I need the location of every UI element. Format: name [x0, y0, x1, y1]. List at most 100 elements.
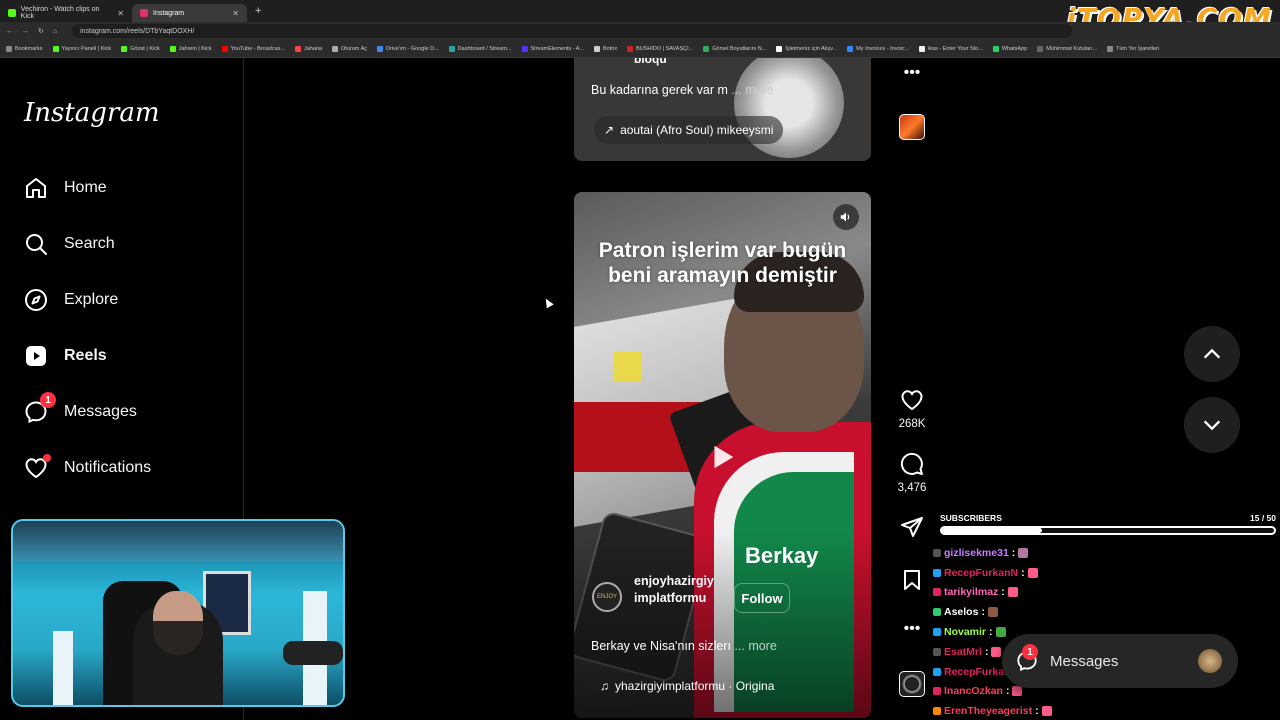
bookmark-item[interactable]: Drive'ım - Google D...: [377, 45, 439, 52]
comment-button[interactable]: 3,476: [897, 452, 927, 494]
bookmarks-bar: Bookmarks Yayıncı Paneli | Kick Gözat | Ki…: [0, 40, 1280, 58]
chat-username: Aselos: [944, 606, 979, 619]
bookmark-item[interactable]: Mühimmat Kutuları...: [1037, 45, 1097, 52]
play-button[interactable]: [702, 437, 742, 477]
bookmark-label: BUSHIDO | SAVAŞÇI...: [636, 45, 694, 52]
bookmark-label: Mühimmat Kutuları...: [1046, 45, 1097, 52]
subscriber-progress-bar: [940, 526, 1276, 535]
chat-separator: :: [1021, 566, 1025, 579]
bookmark-label: Oturum Aç: [341, 45, 367, 52]
reload-icon[interactable]: ↻: [38, 27, 44, 35]
chat-emote-icon: [1041, 706, 1052, 717]
bookmark-item[interactable]: Botrix: [594, 45, 618, 52]
bookmark-item[interactable]: ikas - Enter Your Sto...: [919, 45, 983, 52]
bookmark-item[interactable]: Oturum Aç: [332, 45, 367, 52]
bookmark-item[interactable]: İşletmeniz için Alışv...: [776, 45, 837, 52]
more-options-button[interactable]: •••: [897, 620, 927, 638]
bookmark-item[interactable]: Görsel Boyutlarını N...: [703, 45, 766, 52]
tab-vechiron[interactable]: Vechiron - Watch clips on Kick ✕: [0, 4, 132, 22]
bookmark-item[interactable]: StreamElements - A...: [521, 45, 584, 52]
audio-thumbnail[interactable]: [899, 671, 925, 697]
close-tab-icon[interactable]: ✕: [232, 9, 239, 18]
chat-separator: :: [1035, 705, 1039, 718]
home-button-icon[interactable]: ⌂: [53, 28, 57, 35]
sidebar-item-notifications[interactable]: Notifications: [24, 454, 151, 480]
previous-reel-button[interactable]: [1184, 326, 1240, 382]
bookmark-label: WhatsApp: [1001, 45, 1028, 52]
chat-username: Novamir: [944, 626, 987, 639]
save-button[interactable]: [897, 568, 927, 592]
bookmark-item[interactable]: Dashboard / Stream...: [448, 45, 512, 52]
creator-username[interactable]: enjoyhazirgiyimplatformu: [634, 573, 714, 607]
bookmark-item[interactable]: BUSHIDO | SAVAŞÇI...: [627, 45, 694, 52]
back-icon[interactable]: ←: [6, 28, 13, 35]
audio-chip-text: aoutai (Afro Soul) mikeeysmi: [620, 123, 774, 137]
bookmark-favicon-icon: [221, 45, 228, 52]
new-tab-button[interactable]: +: [255, 5, 261, 17]
notification-dot: [43, 454, 51, 462]
forward-icon[interactable]: →: [22, 28, 29, 35]
share-icon: [901, 517, 923, 537]
messages-popup-button[interactable]: 1 Messages: [1002, 634, 1238, 688]
bookmark-item[interactable]: Gözat | Kick: [121, 45, 160, 52]
reel-name-overlay: Berkay: [745, 543, 819, 568]
bookmark-favicon-icon: [1106, 45, 1113, 52]
instagram-favicon-icon: [140, 9, 148, 17]
previous-reel[interactable]: bioqu Bu kadarına gerek var m ... more ↗…: [574, 58, 871, 161]
audio-text: yhazirgiyimplatformu · Origina: [615, 679, 775, 693]
chat-separator: :: [1005, 685, 1010, 698]
current-reel[interactable]: Patron işlerim var bugün beni aramayın d…: [574, 192, 871, 718]
chat-username: InancOzkan: [944, 685, 1003, 698]
sidebar-item-messages[interactable]: 1 Messages: [24, 392, 137, 424]
bookmark-item[interactable]: Bookmarks: [6, 45, 43, 52]
share-button[interactable]: [897, 515, 927, 539]
bookmark-item[interactable]: Jaharia: [294, 45, 323, 52]
messages-icon: 1: [24, 392, 56, 424]
close-tab-icon[interactable]: ✕: [117, 9, 124, 18]
address-bar-row: ← → ↻ ⌂ instagram.com/reels/DTbYaqtDOXH/: [0, 22, 1280, 40]
next-reel-button[interactable]: [1184, 397, 1240, 453]
sidebar-item-reels[interactable]: Reels: [24, 344, 107, 368]
chat-message: Aselos :: [933, 602, 1133, 622]
mute-button[interactable]: [833, 204, 859, 230]
more-link[interactable]: ... more: [731, 83, 773, 97]
more-link[interactable]: ... more: [734, 639, 776, 653]
bookmark-label: Botrix: [603, 45, 618, 52]
more-dots-icon: •••: [903, 64, 921, 81]
audio-chip[interactable]: ↗ aoutai (Afro Soul) mikeeysmi: [594, 116, 784, 144]
bookmark-item[interactable]: Jahrein | Kick: [169, 45, 212, 52]
audio-link[interactable]: ♫ yhazirgiyimplatformu · Origina: [600, 679, 774, 693]
bookmark-item[interactable]: WhatsApp: [992, 45, 1028, 52]
reel-caption-text: Bu kadarına gerek var m: [591, 83, 728, 97]
url-field[interactable]: instagram.com/reels/DTbYaqtDOXH/: [72, 24, 1073, 38]
creator-avatar[interactable]: ENJOY: [592, 582, 622, 612]
url-text: instagram.com/reels/DTbYaqtDOXH/: [80, 27, 195, 35]
sidebar-item-label: Home: [64, 179, 107, 196]
reel-username[interactable]: bioqu: [634, 58, 667, 66]
follow-button[interactable]: Follow: [734, 583, 790, 613]
bookmark-label: Jaharia: [303, 45, 323, 52]
tab-instagram[interactable]: Instagram ✕: [132, 4, 247, 22]
audio-thumbnail[interactable]: [899, 114, 925, 140]
chat-emote-icon: [991, 646, 1002, 657]
sidebar-item-home[interactable]: Home: [24, 176, 107, 200]
bookmark-favicon-icon: [1037, 45, 1044, 52]
bookmark-item[interactable]: YouTube - Broadcas...: [221, 45, 285, 52]
reel-overlay-title: Patron işlerim var bugün beni aramayın d…: [574, 238, 871, 288]
bookmark-item[interactable]: Yayıncı Paneli | Kick: [52, 45, 111, 52]
sidebar-item-search[interactable]: Search: [24, 232, 115, 256]
chat-emote-icon: [1007, 587, 1018, 598]
bookmark-item[interactable]: My Invoices - Invoic...: [847, 45, 909, 52]
more-options-button[interactable]: •••: [897, 64, 927, 82]
chat-separator: :: [989, 626, 993, 639]
webcam-shelf: [13, 521, 343, 561]
instagram-logo[interactable]: Instagram: [24, 98, 160, 128]
messages-badge: 1: [40, 392, 56, 408]
sidebar-item-explore[interactable]: Explore: [24, 288, 118, 312]
chat-badge-icon: [933, 667, 941, 676]
play-icon: [714, 445, 734, 469]
like-button[interactable]: 268K: [897, 388, 927, 430]
bookmark-favicon-icon: [52, 45, 59, 52]
bookmark-item[interactable]: Tüm Yer İşaretleri: [1106, 45, 1159, 52]
bookmark-favicon-icon: [377, 45, 383, 52]
